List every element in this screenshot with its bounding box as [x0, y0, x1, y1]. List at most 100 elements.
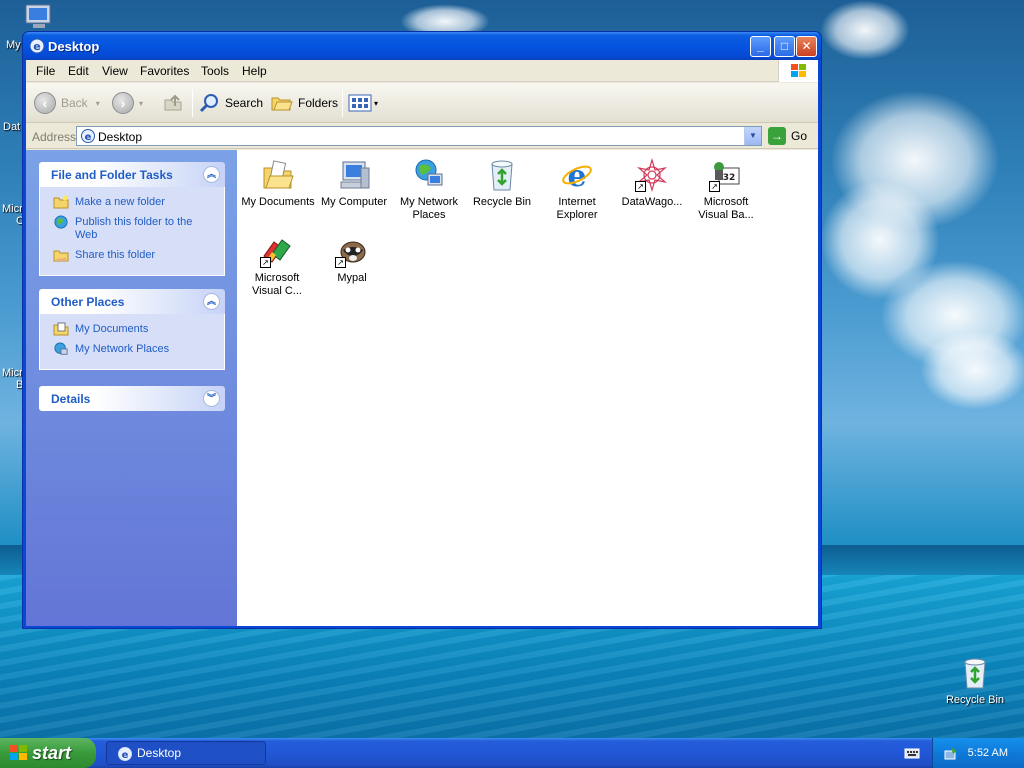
windows-logo-icon — [778, 60, 818, 82]
item-microsoft-visual-basic[interactable]: 32 ↗ Microsoft Visual Ba... — [688, 158, 764, 222]
back-button[interactable]: ‹ Back ▾ — [34, 91, 100, 115]
go-button[interactable]: → Go — [768, 127, 807, 145]
collapse-icon[interactable]: ︽ — [203, 293, 220, 310]
address-dropdown-button[interactable]: ▼ — [744, 127, 761, 145]
back-dropdown-icon: ▾ — [95, 98, 100, 108]
task-label: Make a new folder — [75, 196, 165, 208]
svg-text:e: e — [567, 159, 586, 192]
forward-arrow-icon: › — [112, 92, 134, 114]
svg-text:32: 32 — [723, 173, 736, 183]
item-microsoft-visual-c[interactable]: ↗ Microsoft Visual C... — [239, 234, 315, 298]
expand-icon[interactable]: ︾ — [203, 390, 220, 407]
item-label: Recycle Bin — [472, 196, 532, 208]
window-title: Desktop — [48, 39, 100, 54]
item-label: DataWago... — [621, 196, 683, 208]
close-button[interactable]: ✕ — [796, 36, 817, 57]
place-my-network-places[interactable]: My Network Places — [40, 342, 224, 356]
views-dropdown-icon: ▾ — [374, 98, 379, 108]
minimize-icon: _ — [757, 39, 764, 53]
shortcut-arrow-icon: ↗ — [635, 181, 646, 192]
search-icon — [199, 94, 218, 113]
item-label: My Network Places — [399, 196, 459, 221]
item-label: My Documents — [241, 196, 315, 208]
shortcut-arrow-icon: ↗ — [335, 257, 346, 268]
visual-c-icon: ↗ — [260, 234, 294, 268]
folders-button[interactable]: Folders — [270, 91, 338, 115]
item-internet-explorer[interactable]: e Internet Explorer — [539, 158, 615, 222]
task-publish-to-web[interactable]: Publish this folder to the Web — [40, 215, 224, 242]
standard-toolbar: ‹ Back ▾ › ▾ Search Folders ▾ — [26, 83, 818, 123]
up-folder-button[interactable] — [162, 91, 184, 115]
task-label: Share this folder — [75, 249, 156, 261]
folders-label: Folders — [298, 96, 339, 110]
go-label: Go — [791, 129, 808, 143]
taskbar-window-desktop[interactable]: e Desktop — [106, 741, 266, 765]
my-documents-folder-icon — [263, 160, 294, 189]
panel-title: Details — [51, 392, 91, 406]
menu-tools[interactable]: Tools — [201, 64, 229, 78]
item-label: Microsoft Visual Ba... — [698, 196, 754, 221]
task-share-folder[interactable]: Share this folder — [40, 249, 224, 262]
forward-button[interactable]: › ▾ — [112, 91, 143, 115]
search-button[interactable]: Search — [198, 91, 263, 115]
menu-favorites[interactable]: Favorites — [140, 64, 189, 78]
title-bar[interactable]: e Desktop _ □ ✕ — [23, 32, 821, 60]
menu-help[interactable]: Help — [242, 64, 267, 78]
minimize-button[interactable]: _ — [750, 36, 771, 57]
network-places-icon — [415, 159, 443, 186]
address-value: Desktop — [98, 130, 143, 144]
item-mypal[interactable]: ↗ Mypal — [314, 234, 390, 285]
windows-flag-icon — [10, 745, 27, 760]
safely-remove-hardware-icon[interactable] — [943, 745, 959, 761]
views-button[interactable]: ▾ — [348, 91, 378, 115]
other-places-header[interactable]: Other Places ︽ — [39, 289, 225, 314]
my-computer-desktop-icon[interactable] — [22, 4, 56, 30]
item-label: Microsoft Visual C... — [252, 272, 302, 297]
system-tray: 5:52 AM — [932, 738, 1024, 768]
window-client: File Edit View Favorites Tools Help ‹ Ba… — [26, 60, 818, 626]
details-header[interactable]: Details ︾ — [39, 386, 225, 411]
menu-edit[interactable]: Edit — [68, 64, 89, 78]
item-my-network-places[interactable]: My Network Places — [391, 158, 467, 222]
cloud — [820, 0, 910, 60]
collapse-icon[interactable]: ︽ — [203, 166, 220, 183]
task-make-new-folder[interactable]: Make a new folder — [40, 195, 224, 209]
item-datawagon[interactable]: ↗ DataWago... — [614, 157, 690, 209]
file-folder-tasks-panel: File and Folder Tasks ︽ Make a new folde… — [39, 162, 225, 276]
panel-body: My Documents My Network Places — [39, 314, 225, 370]
details-panel: Details ︾ — [39, 386, 225, 411]
address-label: Address — [32, 130, 77, 144]
clock[interactable]: 5:52 AM — [968, 747, 1008, 759]
chevron-down-icon: ▼ — [749, 131, 757, 140]
recycle-bin-desktop-icon[interactable]: Recycle Bin — [942, 656, 1008, 706]
item-my-computer[interactable]: My Computer — [316, 158, 392, 209]
maximize-icon: □ — [780, 39, 789, 53]
recycle-bin-icon — [491, 160, 513, 191]
menu-file[interactable]: File — [36, 64, 55, 78]
item-my-documents[interactable]: My Documents — [240, 158, 316, 209]
svg-text:e: e — [122, 750, 129, 761]
item-label: Mypal — [337, 272, 367, 284]
item-label: My Computer — [320, 196, 388, 208]
maximize-button[interactable]: □ — [774, 36, 795, 57]
network-places-icon — [54, 342, 68, 355]
globe-icon — [54, 215, 68, 229]
task-label: Publish this folder to the Web — [75, 216, 193, 241]
visual-basic-icon: 32 ↗ — [709, 158, 743, 192]
keyboard-icon[interactable] — [904, 746, 920, 760]
toolbar-separator — [192, 89, 193, 117]
mypal-icon: ↗ — [335, 234, 369, 268]
menu-view[interactable]: View — [102, 64, 128, 78]
close-icon: ✕ — [801, 39, 812, 53]
back-label: Back — [61, 96, 88, 110]
forward-dropdown-icon: ▾ — [139, 98, 144, 108]
desktop-folder-icon: e — [118, 747, 132, 761]
place-my-documents[interactable]: My Documents — [40, 322, 224, 336]
desktop-folder-icon: e — [29, 38, 45, 54]
search-label: Search — [225, 96, 264, 110]
file-folder-tasks-header[interactable]: File and Folder Tasks ︽ — [39, 162, 225, 187]
svg-text:e: e — [33, 40, 40, 53]
start-button[interactable]: start — [0, 738, 96, 768]
item-recycle-bin[interactable]: Recycle Bin — [464, 158, 540, 209]
address-input[interactable]: e Desktop ▼ — [76, 126, 762, 146]
